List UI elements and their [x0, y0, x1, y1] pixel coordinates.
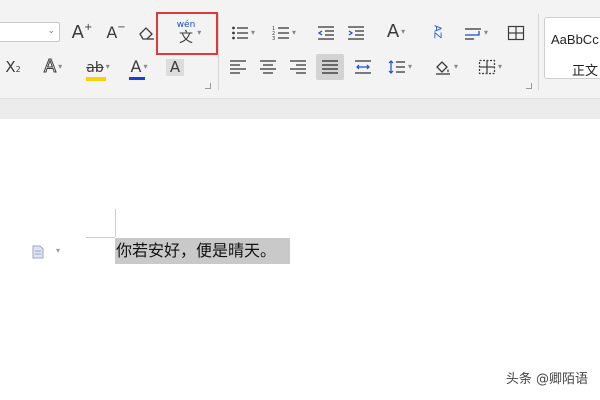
phonetic-char: 文 [178, 30, 193, 46]
change-case-icon: A [386, 21, 400, 42]
document-paragraph-icon[interactable] [32, 244, 44, 263]
plus-icon: + [83, 22, 93, 33]
document-icon [32, 245, 44, 259]
font-color-button[interactable]: A ▾ [122, 56, 156, 80]
chevron-down-icon: ▾ [453, 62, 458, 71]
eraser-icon [139, 27, 154, 40]
style-gallery-normal[interactable]: AaBbCc 正文 [544, 17, 600, 79]
decrease-indent-icon [317, 26, 334, 40]
selected-document-text[interactable]: 你若安好，便是晴天。 [115, 238, 291, 264]
font-size-box[interactable]: ⌄ [0, 22, 60, 42]
style-name-label: 正文 [572, 64, 599, 79]
align-right-button[interactable] [286, 56, 310, 78]
margin-corner-mark [86, 237, 115, 238]
subscript-button[interactable]: X2 [2, 57, 24, 77]
paragraph-marks-icon [464, 28, 481, 40]
style-sample-text: AaBbCc [551, 32, 599, 47]
subscript-letter: X [5, 57, 16, 76]
highlight-color-button[interactable]: ab ▾ [80, 56, 116, 81]
distributed-align-button[interactable] [350, 56, 376, 78]
highlighter-icon: ab [86, 59, 107, 81]
chevron-down-icon: ▾ [483, 28, 488, 37]
chevron-down-icon: ▾ [105, 62, 110, 71]
ribbon-document-gap [0, 99, 600, 119]
chevron-down-icon: ⌄ [47, 26, 55, 36]
char-shading-button[interactable]: A [164, 56, 186, 78]
justify-button[interactable] [316, 54, 344, 80]
justify-icon [322, 60, 338, 74]
phonetic-guide-button[interactable]: wén 文 ▾ [168, 18, 210, 48]
document-page[interactable] [0, 119, 600, 400]
group-separator [538, 14, 539, 90]
show-hide-marks-button[interactable]: ▾ [458, 22, 494, 44]
char-shading-icon: A [165, 58, 185, 76]
bullet-list-button[interactable]: ▾ [226, 22, 260, 44]
shrink-font-button[interactable]: A − [104, 22, 128, 44]
font-color-icon: A [128, 57, 145, 80]
shading-button[interactable]: ▾ [428, 56, 464, 78]
borders-icon [478, 59, 496, 75]
text-effect-icon: A [43, 56, 57, 77]
align-left-icon [230, 60, 246, 74]
font-color-swatch [128, 77, 145, 80]
chevron-down-icon: ▾ [497, 62, 502, 71]
bullet-list-icon [232, 26, 248, 40]
sort-button[interactable]: AZ [424, 20, 448, 44]
phonetic-guide-icon: wén 文 [176, 20, 196, 46]
chevron-down-icon: ▾ [143, 62, 148, 71]
svg-text:3: 3 [272, 36, 275, 41]
line-spacing-icon [388, 60, 405, 74]
numbered-list-button[interactable]: 1 2 3 ▾ [266, 22, 302, 44]
highlight-swatch [86, 76, 107, 81]
group-separator [218, 14, 219, 90]
paint-bucket-icon [435, 61, 450, 75]
subscript-icon: X2 [5, 57, 21, 76]
margin-corner-mark [115, 209, 116, 237]
text-effect-button[interactable]: A ▾ [36, 57, 70, 77]
numbered-list-icon: 1 2 3 [272, 26, 289, 41]
decrease-indent-button[interactable] [314, 22, 338, 44]
chevron-down-icon: ▾ [407, 62, 412, 71]
align-right-icon [290, 60, 306, 74]
clear-format-button[interactable] [136, 23, 158, 43]
font-dialog-launcher[interactable] [205, 83, 211, 89]
change-case-button[interactable]: A ▾ [378, 20, 414, 44]
pinyin-label: wén [176, 20, 196, 30]
line-spacing-button[interactable]: ▾ [382, 56, 418, 78]
grow-font-icon: A [71, 22, 84, 43]
align-center-icon [260, 60, 276, 74]
sort-icon: AZ [431, 25, 443, 39]
grow-font-button[interactable]: A + [70, 22, 94, 44]
borders-button[interactable]: ▾ [472, 56, 508, 78]
highlight-letters: ab [86, 59, 104, 76]
increase-indent-icon [348, 26, 364, 40]
align-center-button[interactable] [256, 56, 280, 78]
watermark-text: 头条 @卿陌语 [505, 372, 588, 387]
table-icon [507, 25, 525, 41]
distributed-align-icon [355, 60, 371, 74]
table-button[interactable] [504, 22, 528, 44]
chevron-down-icon: ▾ [401, 27, 406, 36]
chevron-down-icon[interactable]: ▾ [56, 246, 60, 255]
subscript-mark: 2 [15, 64, 21, 74]
shrink-font-icon: A [106, 23, 118, 42]
ribbon-toolbar: ⌄ A + A − wén 文 ▾ X2 A ▾ ab ▾ A ▾ A ▾ 1 … [0, 0, 600, 99]
align-left-button[interactable] [226, 56, 250, 78]
chevron-down-icon: ▾ [58, 62, 63, 71]
font-color-letter: A [130, 57, 142, 76]
increase-indent-button[interactable] [344, 22, 368, 44]
chevron-down-icon: ▾ [291, 28, 296, 37]
minus-icon: − [117, 22, 126, 33]
chevron-down-icon: ▾ [250, 28, 255, 37]
chevron-down-icon: ▾ [197, 28, 202, 37]
paragraph-dialog-launcher[interactable] [526, 83, 532, 89]
